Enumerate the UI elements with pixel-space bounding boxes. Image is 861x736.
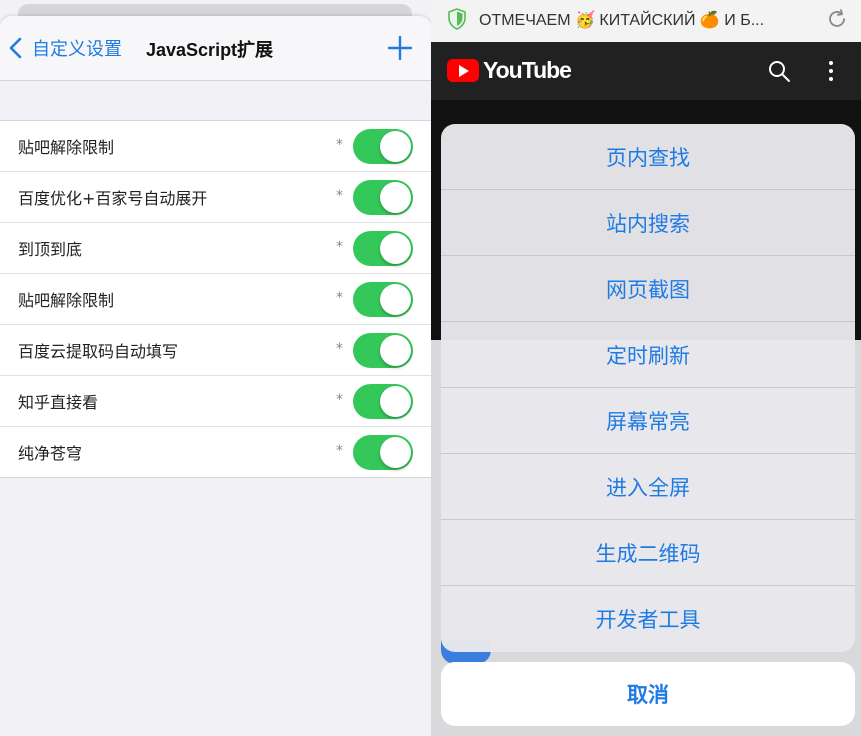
toggle-knob (380, 233, 411, 264)
action-sheet: 页内查找 站内搜索 网页截图 定时刷新 屏幕常亮 进入全屏 生成二维码 开发者工… (441, 124, 855, 652)
script-toggle[interactable] (353, 231, 413, 266)
chevron-left-icon (9, 37, 22, 59)
toggle-knob (380, 386, 411, 417)
script-row: 贴吧解除限制 * (0, 121, 431, 172)
toggle-knob (380, 335, 411, 366)
toggle-knob (380, 437, 411, 468)
search-icon[interactable] (767, 59, 791, 83)
script-row: 到顶到底 * (0, 223, 431, 274)
script-list: 贴吧解除限制 * 百度优化+百家号自动展开 * 到顶到底 * 贴吧解除限制 * … (0, 120, 431, 478)
script-marker: * (336, 188, 343, 204)
toggle-knob (380, 131, 411, 162)
menu-item-site-search[interactable]: 站内搜索 (441, 190, 855, 256)
script-name: 知乎直接看 (18, 393, 99, 412)
script-row: 知乎直接看 * (0, 376, 431, 427)
menu-item-keep-screen-on[interactable]: 屏幕常亮 (441, 388, 855, 454)
menu-item-qr-code[interactable]: 生成二维码 (441, 520, 855, 586)
script-row: 贴吧解除限制 * (0, 274, 431, 325)
menu-item-screenshot[interactable]: 网页截图 (441, 256, 855, 322)
menu-item-find-in-page[interactable]: 页内查找 (441, 124, 855, 190)
toggle-knob (380, 182, 411, 213)
menu-item-fullscreen[interactable]: 进入全屏 (441, 454, 855, 520)
script-marker: * (336, 290, 343, 306)
address-bar[interactable]: ОТМЕЧАЕМ 🥳 КИТАЙСКИЙ 🍊 И Б... (431, 0, 861, 43)
site-name[interactable]: YouTube (483, 57, 572, 84)
menu-item-developer-tools[interactable]: 开发者工具 (441, 586, 855, 651)
back-button[interactable]: 自定义设置 (8, 34, 122, 62)
browser-screen: ОТМЕЧАЕМ 🥳 КИТАЙСКИЙ 🍊 И Б... YouTube 页内… (431, 0, 861, 736)
script-name: 贴吧解除限制 (18, 291, 115, 310)
script-marker: * (336, 443, 343, 459)
script-name: 贴吧解除限制 (18, 138, 115, 157)
page-title-text: ОТМЕЧАЕМ 🥳 КИТАЙСКИЙ 🍊 И Б... (479, 12, 765, 29)
script-toggle[interactable] (353, 384, 413, 419)
script-name: 百度云提取码自动填写 (18, 342, 179, 361)
script-name: 纯净苍穹 (18, 444, 83, 463)
script-toggle[interactable] (353, 333, 413, 368)
script-name: 到顶到底 (18, 240, 83, 259)
page-title: JavaScript扩展 (146, 40, 274, 60)
script-marker: * (336, 137, 343, 153)
script-row: 百度云提取码自动填写 * (0, 325, 431, 376)
shield-icon (448, 8, 466, 30)
youtube-header: YouTube (431, 42, 861, 100)
script-toggle[interactable] (353, 282, 413, 317)
add-icon[interactable] (386, 34, 414, 62)
reload-icon[interactable] (826, 8, 848, 30)
script-row: 百度优化+百家号自动展开 * (0, 172, 431, 223)
cancel-button[interactable]: 取消 (441, 662, 855, 726)
script-row: 纯净苍穹 * (0, 427, 431, 477)
menu-item-timed-refresh[interactable]: 定时刷新 (441, 322, 855, 388)
script-toggle[interactable] (353, 129, 413, 164)
youtube-logo-icon[interactable] (447, 59, 479, 82)
navigation-bar: 自定义设置 JavaScript扩展 (0, 16, 431, 81)
toggle-knob (380, 284, 411, 315)
more-vertical-icon[interactable] (827, 59, 835, 83)
settings-sheet: 自定义设置 JavaScript扩展 贴吧解除限制 * 百度优化+百家号自动展开… (0, 16, 431, 736)
script-name: 百度优化+百家号自动展开 (18, 189, 208, 208)
settings-screen: 自定义设置 JavaScript扩展 贴吧解除限制 * 百度优化+百家号自动展开… (0, 0, 431, 736)
script-toggle[interactable] (353, 435, 413, 470)
script-marker: * (336, 341, 343, 357)
script-marker: * (336, 239, 343, 255)
script-toggle[interactable] (353, 180, 413, 215)
back-button-label: 自定义设置 (32, 39, 122, 60)
script-marker: * (336, 392, 343, 408)
